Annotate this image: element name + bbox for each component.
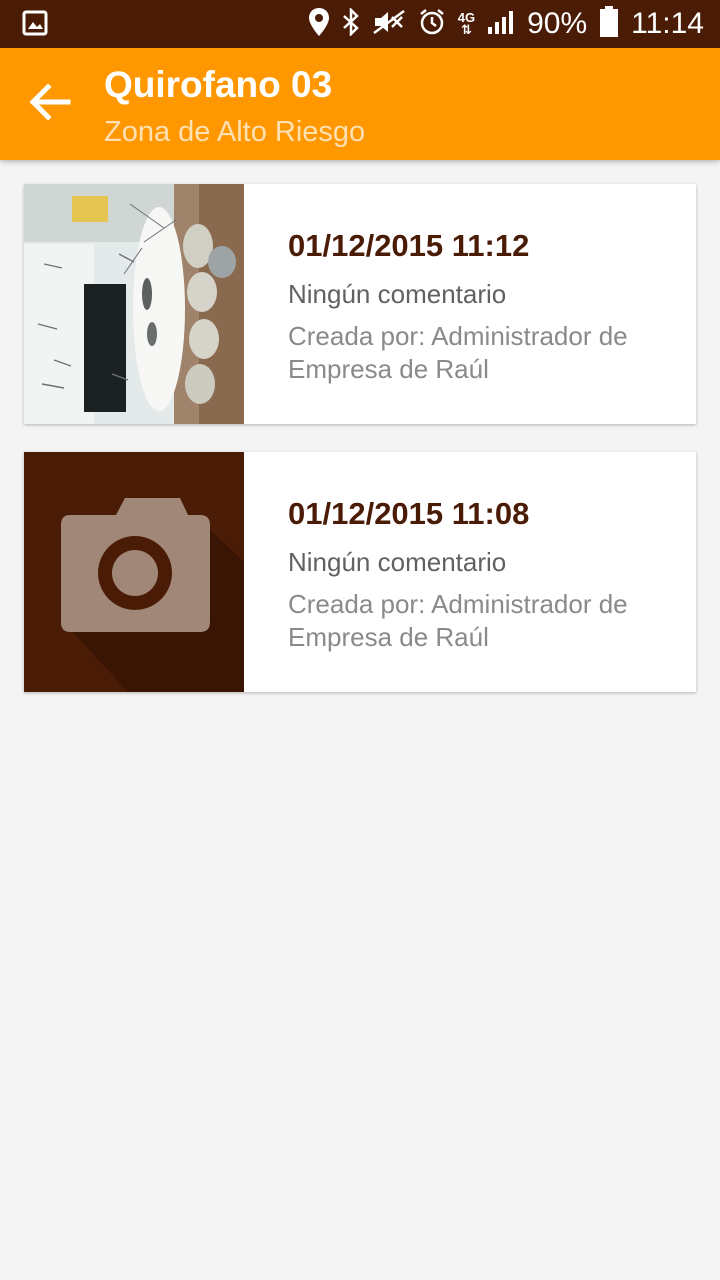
mute-icon [372, 9, 406, 40]
inspection-details: 01/12/2015 11:12 Ningún comentario Cread… [288, 226, 688, 386]
status-bar: 4G ⇅ 90% 11:14 [0, 0, 720, 48]
battery-percent: 90% [527, 7, 588, 40]
camera-placeholder-icon [24, 452, 244, 692]
inspection-details: 01/12/2015 11:08 Ningún comentario Cread… [288, 494, 688, 654]
inspection-card[interactable]: 01/12/2015 11:12 Ningún comentario Cread… [24, 184, 696, 424]
inspection-date: 01/12/2015 11:08 [288, 496, 530, 531]
inspection-author: Creada por: Administrador de Empresa de … [288, 321, 628, 384]
battery-icon [599, 5, 619, 43]
camera-placeholder [24, 452, 244, 692]
page-title: Quirofano 03 [104, 64, 333, 105]
alarm-icon [418, 8, 446, 41]
back-button[interactable] [18, 72, 82, 136]
inspection-comment: Ningún comentario [288, 279, 507, 309]
inspection-card[interactable]: 01/12/2015 11:08 Ningún comentario Cread… [24, 452, 696, 692]
inspection-author: Creada por: Administrador de Empresa de … [288, 589, 628, 652]
inspection-comment: Ningún comentario [288, 547, 507, 577]
arrow-back-icon [28, 80, 72, 129]
bluetooth-icon [342, 6, 360, 41]
inspection-date: 01/12/2015 11:12 [288, 228, 530, 263]
location-icon [308, 7, 330, 42]
clock: 11:14 [631, 7, 704, 40]
app-bar: Quirofano 03 Zona de Alto Riesgo [0, 48, 720, 160]
inspection-photo [24, 184, 244, 424]
gallery-icon [22, 10, 48, 41]
network-4g-icon: 4G ⇅ [457, 10, 476, 37]
signal-icon [487, 9, 515, 40]
page-subtitle: Zona de Alto Riesgo [104, 116, 366, 148]
